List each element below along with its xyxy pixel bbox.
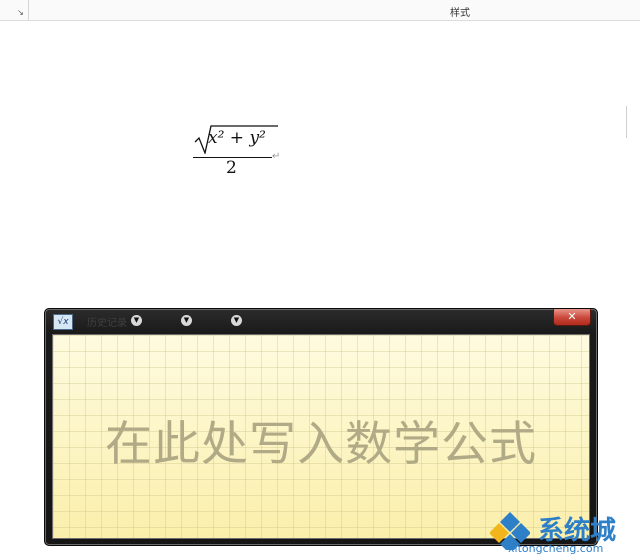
menu-2-chevron-down-icon[interactable]: ▼ bbox=[181, 315, 192, 326]
dialog-launcher-icon[interactable]: ↘ bbox=[16, 8, 25, 17]
menu-3-chevron-down-icon[interactable]: ▼ bbox=[231, 315, 242, 326]
ribbon-separator bbox=[28, 0, 29, 20]
watermark-url: xitongcheng.com bbox=[508, 542, 604, 555]
equation-radicand: x² + y² bbox=[208, 128, 266, 148]
paragraph-mark: ↵ bbox=[272, 151, 281, 162]
margin-marker bbox=[626, 106, 627, 138]
menu-history[interactable]: 历史记录 bbox=[87, 314, 127, 329]
handwriting-placeholder: 在此处写入数学公式 bbox=[105, 417, 537, 472]
document-page[interactable] bbox=[0, 21, 640, 311]
equation[interactable]: x² + y² 2 bbox=[190, 124, 280, 184]
math-panel-app-icon: √x bbox=[53, 314, 73, 330]
watermark: 系统城 xitongcheng.com bbox=[480, 480, 640, 557]
styles-group-label: 样式 bbox=[450, 8, 470, 19]
title-bar[interactable]: √x 历史记录 ▼ ▼ ▼ ✕ bbox=[45, 309, 597, 333]
history-chevron-down-icon[interactable]: ▼ bbox=[131, 315, 142, 326]
close-button[interactable]: ✕ bbox=[553, 309, 591, 326]
equation-denominator: 2 bbox=[226, 158, 237, 178]
ribbon-bar: ↘ 样式 bbox=[0, 0, 640, 21]
